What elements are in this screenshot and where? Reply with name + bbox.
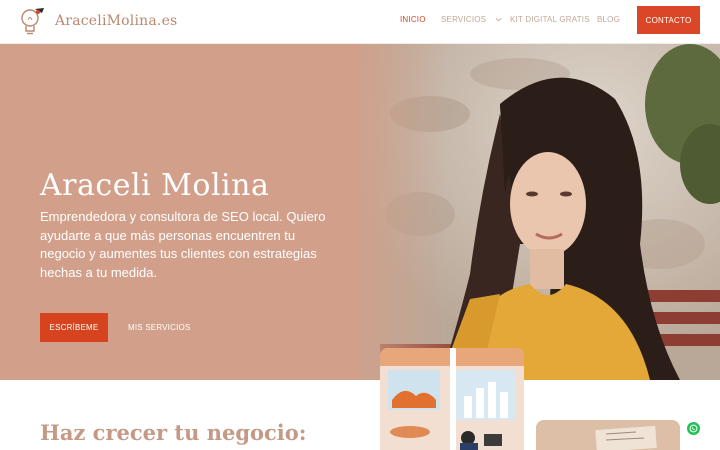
nav-item-inicio[interactable]: INICIO [400, 15, 426, 24]
hero-section: Araceli Molina Emprendedora y consultora… [0, 44, 720, 380]
contact-button[interactable]: CONTACTO [637, 6, 700, 34]
chevron-down-icon [495, 18, 502, 22]
my-services-link[interactable]: MIS SERVICIOS [128, 323, 190, 332]
section-title: Haz crecer tu negocio: [40, 420, 307, 445]
nav-item-servicios[interactable]: SERVICIOS [441, 15, 502, 24]
logo-lightbulb-icon [21, 8, 44, 35]
hero-subtitle: Emprendedora y consultora de SEO local. … [40, 209, 326, 280]
notes-image [536, 420, 680, 450]
whatsapp-chat-button[interactable] [687, 422, 700, 435]
logo-text: AraceliMolina.es [55, 13, 178, 29]
nav-item-servicios-label: SERVICIOS [441, 15, 487, 24]
hero-title: Araceli Molina [40, 168, 270, 203]
office-illustration-card [380, 348, 524, 450]
site-logo[interactable]: AraceliMolina.es [19, 6, 177, 36]
nav-item-kit-digital[interactable]: KIT DIGITAL GRATIS [510, 15, 590, 24]
write-me-button[interactable]: ESCRÍBEME [40, 313, 108, 342]
site-header: AraceliMolina.es INICIO SERVICIOS KIT DI… [0, 0, 720, 44]
notes-image-card [536, 420, 680, 450]
nav-item-blog[interactable]: BLOG [597, 15, 620, 24]
office-illustration-image [380, 348, 524, 450]
whatsapp-icon [689, 424, 698, 433]
